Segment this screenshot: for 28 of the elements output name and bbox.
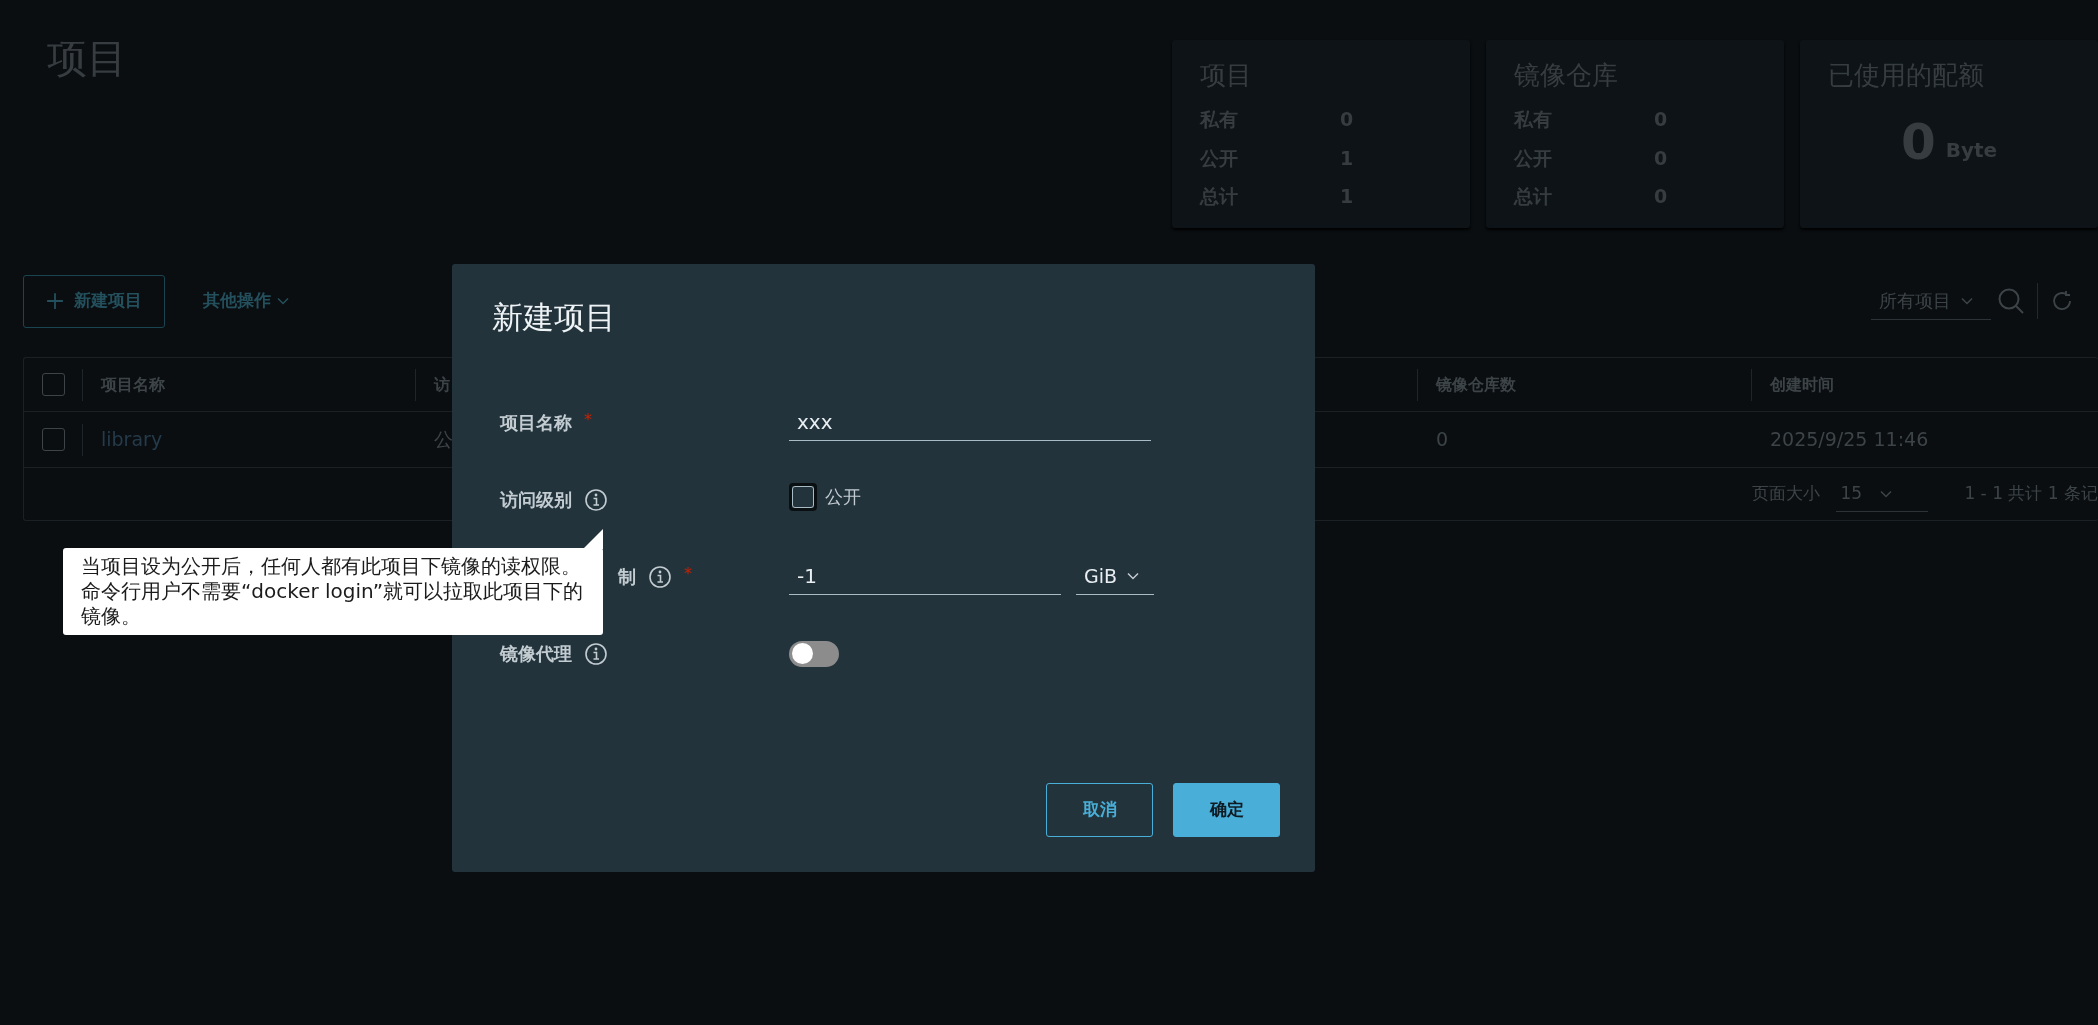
plus-icon	[46, 292, 64, 310]
dialog-title: 新建项目	[492, 298, 616, 337]
field-label: 项目名称	[500, 411, 572, 435]
refresh-icon[interactable]	[2050, 289, 2074, 313]
confirm-button[interactable]: 确定	[1173, 783, 1280, 837]
field-label: 制	[618, 565, 636, 589]
tooltip-text: 当项目设为公开后，任何人都有此项目下镜像的读权限。命令行用户不需要“docker login”就可以拉取此项目下的镜像。	[81, 554, 585, 629]
caret-icon	[1127, 572, 1140, 580]
actions-menu[interactable]: 其他操作	[203, 288, 289, 314]
field-label: 镜像代理	[500, 642, 572, 666]
unit-dropdown[interactable]: GiB	[1076, 558, 1154, 595]
caret-icon	[1880, 489, 1893, 498]
checkbox[interactable]	[789, 482, 817, 511]
checkbox-label: 公开	[825, 485, 861, 509]
required-marker: *	[584, 408, 592, 431]
new-project-button[interactable]: 新建项目	[23, 274, 165, 328]
field-label: 访问级别	[500, 488, 572, 512]
caret-icon	[1961, 296, 1973, 305]
caret-icon	[277, 297, 289, 305]
toggle-switch[interactable]	[789, 640, 839, 667]
checkbox[interactable]	[41, 428, 65, 451]
quota-field[interactable]: -1	[789, 558, 1061, 595]
cancel-button[interactable]: 取消	[1046, 783, 1153, 837]
project-name-field[interactable]: xxx	[789, 404, 1151, 441]
checkbox[interactable]	[41, 373, 65, 396]
search-icon[interactable]	[1997, 287, 2025, 315]
required-marker: *	[684, 562, 692, 585]
project-link[interactable]: library	[101, 428, 163, 451]
